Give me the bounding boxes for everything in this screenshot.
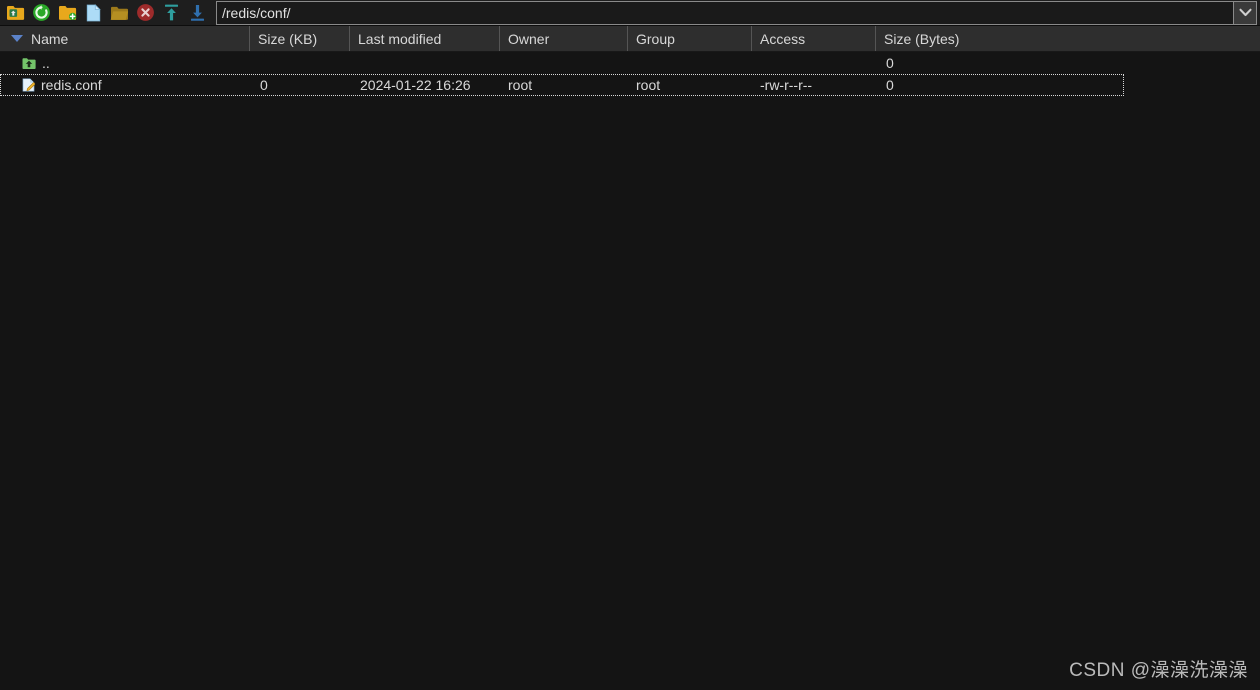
path-input[interactable]	[216, 0, 1233, 25]
file-group-cell: root	[636, 77, 661, 93]
column-header-size-kb[interactable]: Size (KB)	[250, 26, 350, 51]
folder-add-icon	[58, 6, 76, 20]
parent-directory-button[interactable]	[2, 1, 28, 25]
table-row[interactable]: redis.conf 0 2024-01-22 16:26 root root …	[0, 74, 1124, 96]
download-arrow-icon	[190, 4, 204, 21]
column-header-size-bytes[interactable]: Size (Bytes)	[876, 26, 1260, 51]
download-button[interactable]	[184, 1, 210, 25]
column-header-size-bytes-label: Size (Bytes)	[884, 30, 960, 47]
column-header-last-modified-label: Last modified	[358, 30, 442, 47]
column-header-access[interactable]: Access	[752, 26, 876, 51]
column-header-name-label: Name	[31, 30, 69, 47]
new-folder-button[interactable]	[54, 1, 80, 25]
delete-button[interactable]	[132, 1, 158, 25]
file-modified-cell	[350, 52, 500, 74]
column-header-row: Name Size (KB) Last modified Owner Group…	[0, 26, 1260, 52]
new-file-icon	[86, 3, 101, 21]
delete-circle-icon	[136, 4, 154, 21]
open-folder-button[interactable]	[106, 1, 132, 25]
file-name-label: redis.conf	[41, 77, 102, 93]
file-list[interactable]: .. 0 redis.conf 0 2024-01-22 16:26 root …	[0, 52, 1260, 664]
file-size-kb-cell: 0	[260, 77, 268, 93]
csdn-watermark: CSDN @澡澡洗澡澡	[1069, 660, 1248, 681]
column-header-owner-label: Owner	[508, 30, 550, 47]
file-modified-cell: 2024-01-22 16:26	[360, 77, 471, 93]
column-header-access-label: Access	[760, 30, 806, 47]
column-header-group[interactable]: Group	[628, 26, 752, 51]
chevron-down-icon	[1238, 8, 1252, 17]
upload-button[interactable]	[158, 1, 184, 25]
file-edit-icon	[22, 78, 35, 92]
file-name-cell[interactable]: redis.conf	[0, 74, 250, 96]
refresh-button[interactable]	[28, 1, 54, 25]
column-header-group-label: Group	[636, 30, 675, 47]
folder-up-icon	[6, 6, 24, 20]
column-header-size-kb-label: Size (KB)	[258, 30, 318, 47]
file-size-bytes-cell: 0	[886, 55, 894, 71]
folder-open-icon	[110, 6, 128, 20]
column-header-owner[interactable]: Owner	[500, 26, 628, 51]
path-bar	[216, 0, 1257, 25]
column-header-last-modified[interactable]: Last modified	[350, 26, 500, 51]
file-name-cell[interactable]: ..	[0, 52, 250, 74]
file-name-label: ..	[42, 55, 50, 71]
path-history-dropdown-button[interactable]	[1233, 0, 1257, 25]
folder-up-green-icon	[22, 57, 36, 69]
table-row[interactable]: .. 0	[0, 52, 1260, 74]
file-access-cell	[752, 52, 876, 74]
column-header-name[interactable]: Name	[0, 26, 250, 51]
new-file-button[interactable]	[80, 1, 106, 25]
upload-arrow-icon	[164, 4, 178, 21]
file-group-cell	[628, 52, 752, 74]
sort-descending-icon	[11, 35, 23, 42]
file-size-bytes-cell: 0	[886, 77, 894, 93]
refresh-icon	[32, 4, 50, 21]
file-access-cell: -rw-r--r--	[760, 77, 813, 93]
file-size-kb-cell	[250, 52, 350, 74]
file-owner-cell: root	[508, 77, 533, 93]
file-owner-cell	[500, 52, 628, 74]
toolbar	[0, 0, 1260, 26]
